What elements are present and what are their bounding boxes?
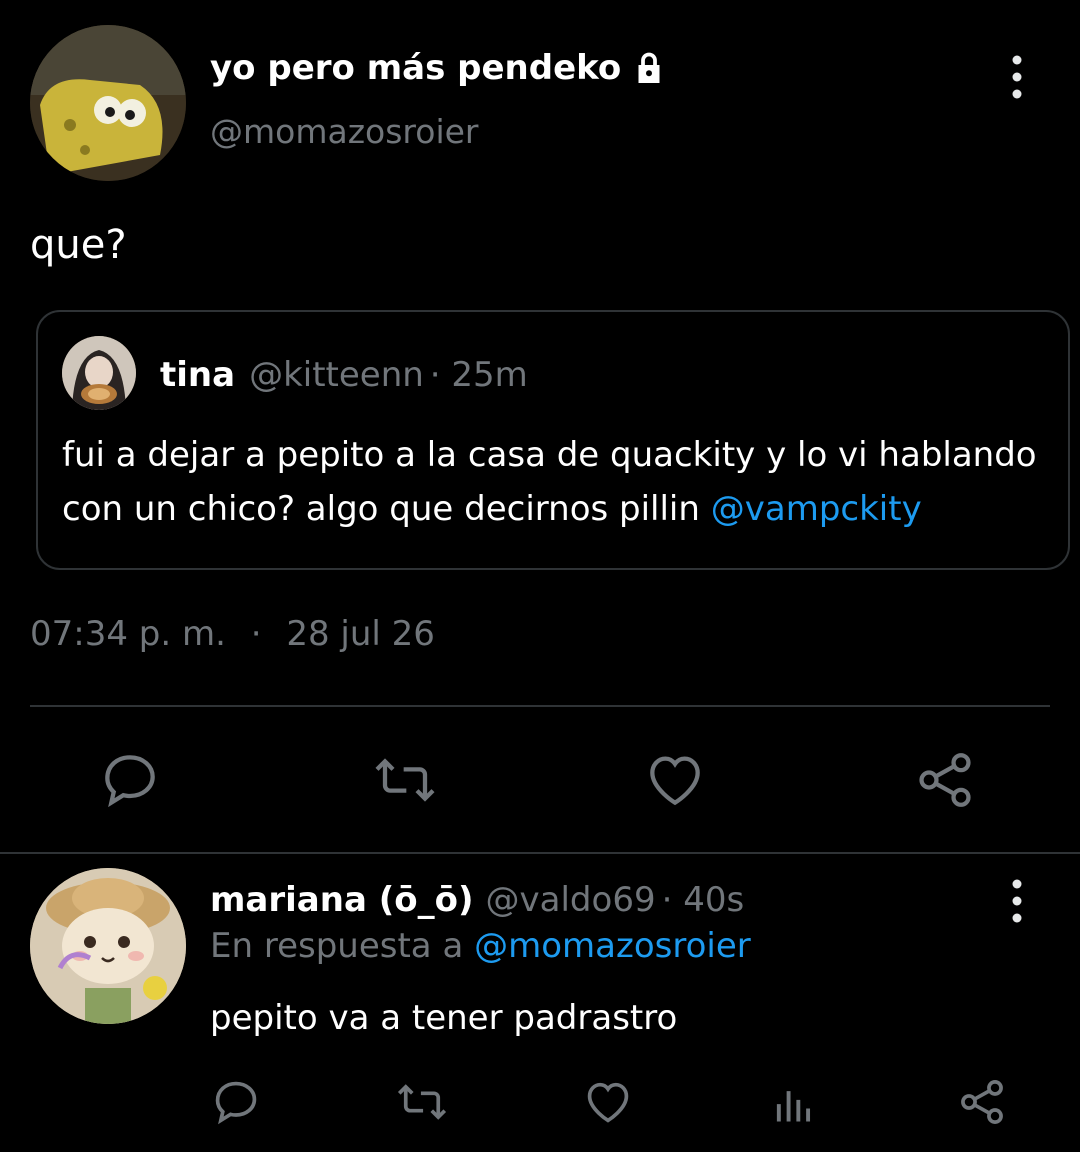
quoted-time: · 25m: [429, 355, 528, 395]
reply-header: mariana (ō_ō) @valdo69 · 40s: [210, 880, 744, 920]
quoted-author-name[interactable]: tina: [160, 355, 235, 395]
share-icon[interactable]: [956, 1076, 1008, 1128]
reply-author-handle[interactable]: @valdo69: [486, 880, 656, 920]
reply-text: pepito va a tener padrastro: [210, 998, 678, 1038]
analytics-icon[interactable]: [768, 1076, 820, 1128]
tweet-text: que?: [30, 222, 127, 268]
reply-icon[interactable]: [210, 1076, 262, 1128]
reply-author-name[interactable]: mariana (ō_ō): [210, 880, 474, 920]
quoted-author-avatar[interactable]: [62, 336, 136, 410]
reply-icon[interactable]: [98, 748, 162, 812]
tweet-timestamp: 07:34 p. m. · 28 jul 26: [30, 614, 435, 654]
author-avatar[interactable]: [30, 25, 186, 181]
more-vertical-icon[interactable]: [1000, 52, 1034, 102]
mention-link[interactable]: @vampckity: [711, 489, 922, 529]
replying-prefix: En respuesta a: [210, 926, 464, 966]
replying-to-line: En respuesta a @momazosroier: [210, 926, 751, 966]
timestamp-separator: ·: [250, 614, 262, 654]
reply-time: · 40s: [661, 880, 745, 920]
timestamp-time: 07:34 p. m.: [30, 614, 226, 654]
author-display-name[interactable]: yo pero más pendeko: [210, 48, 667, 88]
lock-icon: [638, 52, 660, 83]
replying-to-link[interactable]: @momazosroier: [474, 926, 751, 966]
author-handle[interactable]: @momazosroier: [210, 112, 478, 151]
reply-author-avatar[interactable]: [30, 868, 186, 1024]
share-icon[interactable]: [913, 748, 977, 812]
like-icon[interactable]: [643, 748, 707, 812]
retweet-icon[interactable]: [396, 1076, 448, 1128]
like-icon[interactable]: [582, 1076, 634, 1128]
more-vertical-icon[interactable]: [1000, 876, 1034, 926]
quoted-author-handle[interactable]: @kitteenn: [249, 355, 424, 395]
quoted-tweet-text: fui a dejar a pepito a la casa de quacki…: [62, 428, 1052, 536]
quoted-header: tina @kitteenn · 25m: [160, 355, 528, 395]
divider: [0, 852, 1080, 854]
retweet-icon[interactable]: [373, 748, 437, 812]
divider: [30, 705, 1050, 707]
timestamp-date: 28 jul 26: [286, 614, 435, 654]
author-name-text: yo pero más pendeko: [210, 48, 622, 88]
